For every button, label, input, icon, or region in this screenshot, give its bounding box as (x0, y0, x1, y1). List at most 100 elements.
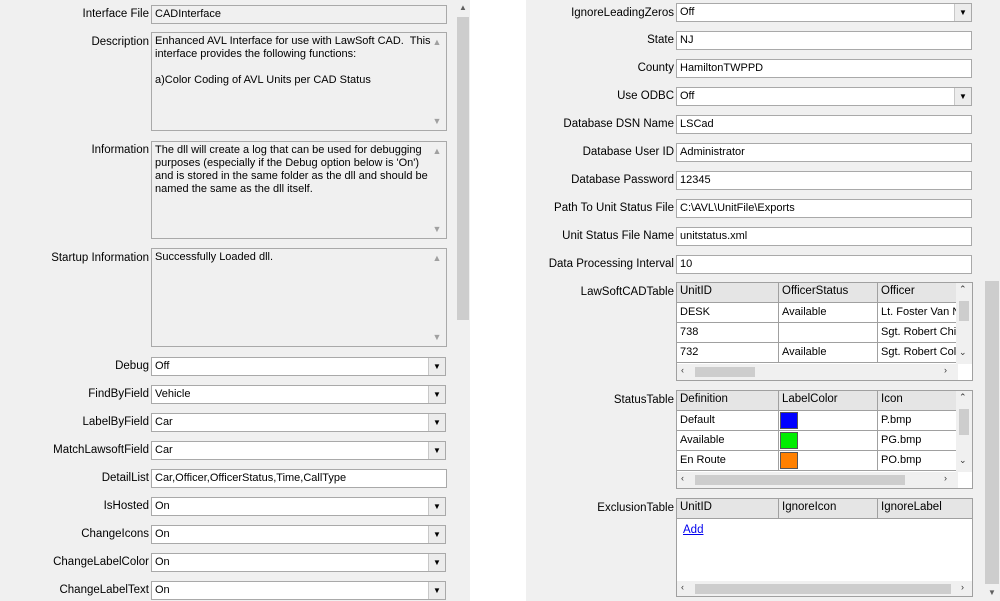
scrollbar-thumb[interactable] (959, 301, 969, 321)
color-swatch-default[interactable] (780, 412, 798, 429)
startup-information-textarea[interactable]: Successfully Loaded dll. ▲ ▼ (151, 248, 447, 347)
left-panel-scrollbar[interactable]: ▲ (456, 0, 470, 601)
table-cell[interactable]: 732 (677, 343, 779, 363)
chevron-down-icon[interactable]: ▼ (428, 358, 445, 375)
column-header-ignoreicon[interactable]: IgnoreIcon (779, 499, 878, 519)
scroll-right-arrow-icon[interactable]: › (961, 582, 964, 592)
chevron-down-icon[interactable]: ▼ (428, 526, 445, 543)
lawsoft-table-vscroll[interactable]: ⌃ ⌄ (956, 283, 972, 364)
column-header-unitid[interactable]: UnitID (677, 499, 779, 519)
column-header-unitid[interactable]: UnitID (677, 283, 779, 303)
chevron-down-icon[interactable]: ▼ (428, 498, 445, 515)
debug-select[interactable]: Off ▼ (151, 357, 446, 376)
scroll-down-arrow-icon[interactable]: ⌄ (959, 347, 967, 358)
ignore-leading-zeros-select[interactable]: Off ▼ (676, 3, 972, 22)
description-textarea[interactable]: Enhanced AVL Interface for use with LawS… (151, 32, 447, 131)
chevron-down-icon[interactable]: ▼ (954, 88, 971, 105)
information-scrollbar[interactable]: ▲ ▼ (429, 143, 445, 237)
table-cell[interactable]: Available (779, 303, 878, 323)
lawsoft-cad-table[interactable]: UnitID OfficerStatus Officer DESK Availa… (676, 282, 973, 381)
scroll-up-arrow-icon[interactable]: ▲ (456, 0, 470, 16)
description-scrollbar[interactable]: ▲ ▼ (429, 34, 445, 129)
change-icons-select[interactable]: On ▼ (151, 525, 446, 544)
exclusion-table-hscroll[interactable]: ‹ › (677, 581, 972, 596)
scroll-down-arrow-icon[interactable]: ▼ (984, 585, 1000, 601)
table-cell[interactable]: Available (779, 343, 878, 363)
scroll-down-arrow-icon[interactable]: ▼ (429, 329, 445, 345)
chevron-down-icon[interactable]: ▼ (428, 414, 445, 431)
state-field[interactable]: NJ (676, 31, 972, 50)
status-table-hscroll[interactable]: ‹ › (677, 472, 958, 488)
table-cell[interactable]: En Route (677, 451, 779, 471)
detail-list-field[interactable]: Car,Officer,OfficerStatus,Time,CallType (151, 469, 447, 488)
scrollbar-thumb[interactable] (959, 409, 969, 435)
color-swatch-available[interactable] (780, 432, 798, 449)
table-cell[interactable]: P.bmp (878, 411, 958, 431)
column-header-officer[interactable]: Officer (878, 283, 958, 303)
table-cell[interactable]: Sgt. Robert Colle (878, 343, 958, 363)
column-header-ignorelabel[interactable]: IgnoreLabel (878, 499, 972, 519)
column-header-officerstatus[interactable]: OfficerStatus (779, 283, 878, 303)
table-cell[interactable] (779, 323, 878, 343)
table-cell[interactable]: DESK (677, 303, 779, 323)
scroll-down-arrow-icon[interactable]: ▼ (429, 221, 445, 237)
color-cell[interactable] (779, 451, 878, 471)
change-label-text-select[interactable]: On ▼ (151, 581, 446, 600)
color-swatch-en-route[interactable] (780, 452, 798, 469)
table-cell[interactable]: Lt. Foster Van N (878, 303, 958, 323)
scroll-left-arrow-icon[interactable]: ‹ (681, 473, 684, 483)
column-header-definition[interactable]: Definition (677, 391, 779, 411)
path-unit-status-field[interactable]: C:\AVL\UnitFile\Exports (676, 199, 972, 218)
data-processing-interval-field[interactable]: 10 (676, 255, 972, 274)
scroll-up-arrow-icon[interactable]: ▲ (429, 250, 445, 266)
chevron-down-icon[interactable]: ▼ (428, 386, 445, 403)
table-cell[interactable]: PG.bmp (878, 431, 958, 451)
change-label-color-select[interactable]: On ▼ (151, 553, 446, 572)
left-scrollbar-thumb[interactable] (457, 17, 469, 320)
color-cell[interactable] (779, 431, 878, 451)
table-cell[interactable]: 738 (677, 323, 779, 343)
scroll-left-arrow-icon[interactable]: ‹ (681, 365, 684, 375)
table-cell[interactable]: PO.bmp (878, 451, 958, 471)
county-field[interactable]: HamiltonTWPPD (676, 59, 972, 78)
scroll-up-arrow-icon[interactable]: ▲ (429, 34, 445, 50)
scroll-right-arrow-icon[interactable]: › (944, 473, 947, 483)
status-table-vscroll[interactable]: ⌃ ⌄ (956, 391, 972, 472)
add-row-link[interactable]: Add (683, 524, 703, 536)
table-cell[interactable]: Available (677, 431, 779, 451)
right-scrollbar-thumb[interactable] (985, 281, 999, 584)
scroll-right-arrow-icon[interactable]: › (944, 365, 947, 375)
scroll-left-arrow-icon[interactable]: ‹ (681, 582, 684, 592)
right-panel-scrollbar[interactable]: ▼ (984, 0, 1000, 601)
column-header-icon[interactable]: Icon (878, 391, 958, 411)
interface-file-field[interactable]: CADInterface (151, 5, 447, 24)
scroll-down-arrow-icon[interactable]: ▼ (429, 113, 445, 129)
column-header-labelcolor[interactable]: LabelColor (779, 391, 878, 411)
color-cell[interactable] (779, 411, 878, 431)
scroll-up-arrow-icon[interactable]: ⌃ (959, 284, 967, 295)
scroll-up-arrow-icon[interactable]: ▲ (429, 143, 445, 159)
chevron-down-icon[interactable]: ▼ (428, 554, 445, 571)
status-table[interactable]: Definition LabelColor Icon Default P.bmp… (676, 390, 973, 489)
unit-status-file-name-field[interactable]: unitstatus.xml (676, 227, 972, 246)
chevron-down-icon[interactable]: ▼ (954, 4, 971, 21)
table-cell[interactable]: Sgt. Robert Chia (878, 323, 958, 343)
table-cell[interactable]: Default (677, 411, 779, 431)
exclusion-table[interactable]: UnitID IgnoreIcon IgnoreLabel Add ‹ › (676, 498, 973, 597)
scroll-down-arrow-icon[interactable]: ⌄ (959, 455, 967, 466)
password-field[interactable]: 12345 (676, 171, 972, 190)
chevron-down-icon[interactable]: ▼ (428, 582, 445, 599)
match-lawsoft-field-select[interactable]: Car ▼ (151, 441, 446, 460)
is-hosted-select[interactable]: On ▼ (151, 497, 446, 516)
user-id-field[interactable]: Administrator (676, 143, 972, 162)
find-by-field-select[interactable]: Vehicle ▼ (151, 385, 446, 404)
scrollbar-thumb[interactable] (695, 367, 755, 377)
scrollbar-thumb[interactable] (695, 475, 905, 485)
dsn-name-field[interactable]: LSCad (676, 115, 972, 134)
startup-information-scrollbar[interactable]: ▲ ▼ (429, 250, 445, 345)
label-by-field-select[interactable]: Car ▼ (151, 413, 446, 432)
use-odbc-select[interactable]: Off ▼ (676, 87, 972, 106)
lawsoft-table-hscroll[interactable]: ‹ › (677, 364, 958, 380)
chevron-down-icon[interactable]: ▼ (428, 442, 445, 459)
scroll-up-arrow-icon[interactable]: ⌃ (959, 392, 967, 403)
